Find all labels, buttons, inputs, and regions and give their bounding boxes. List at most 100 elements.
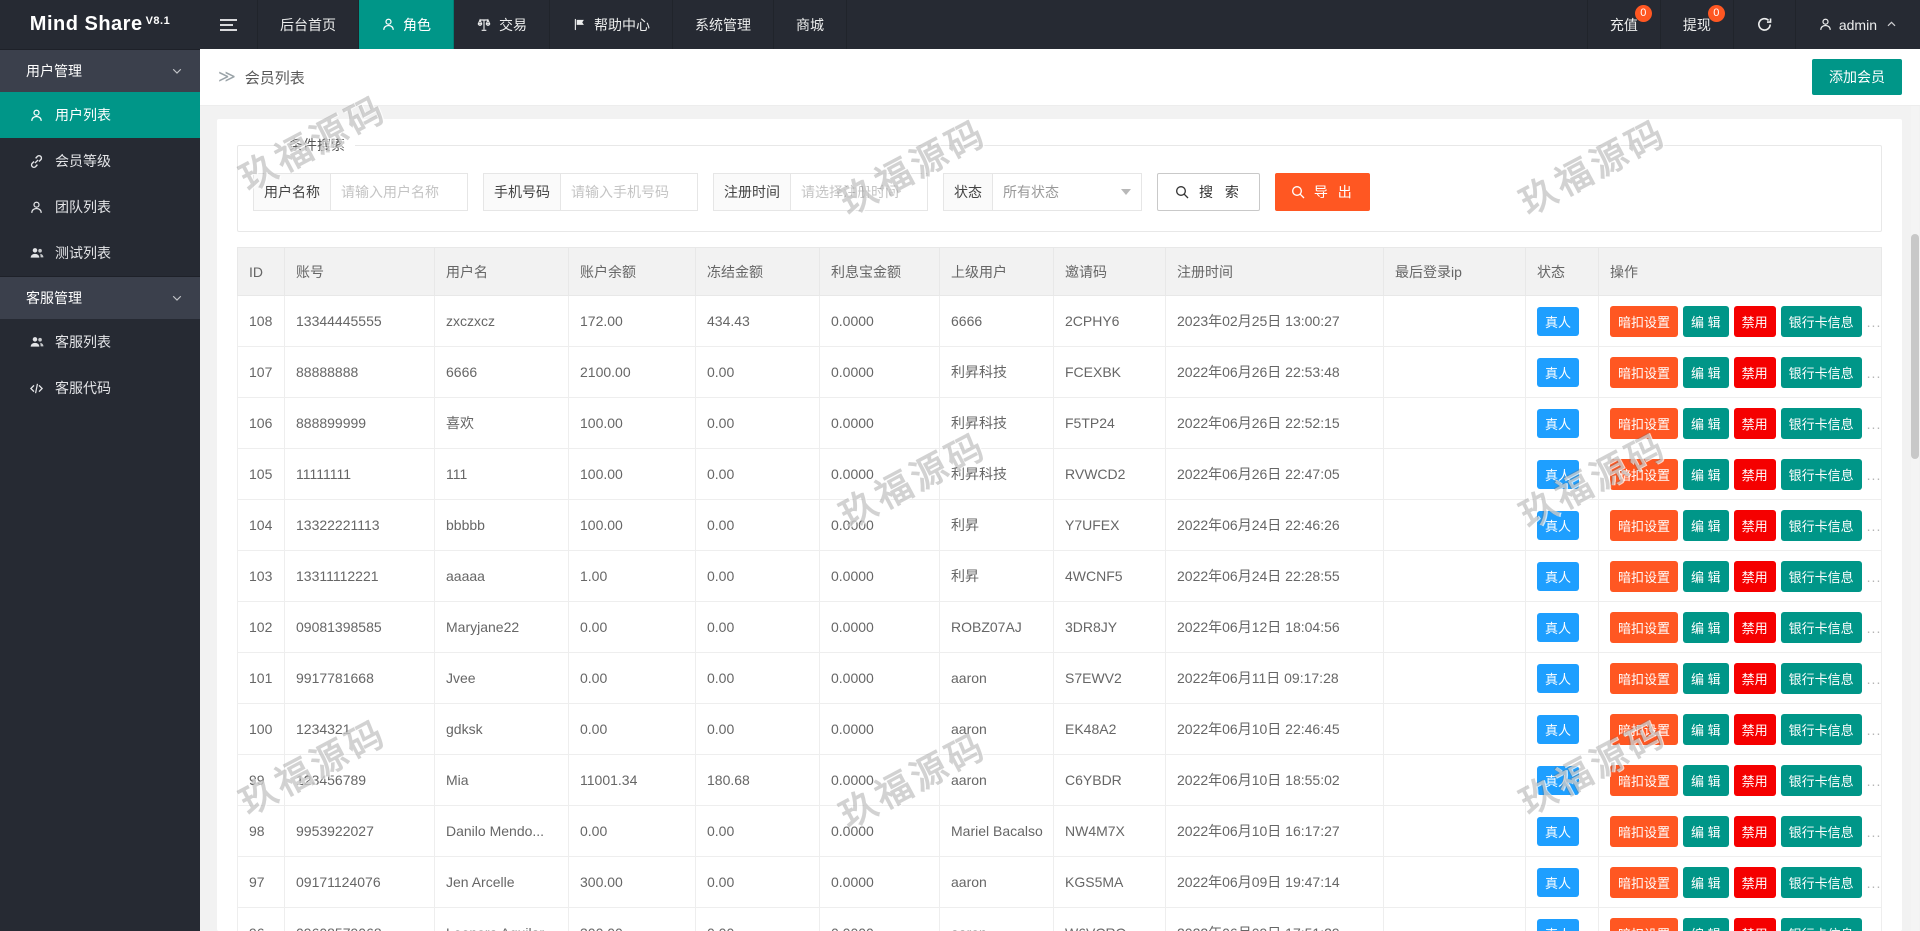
edit-button[interactable]: 编 辑 [1683, 356, 1729, 388]
bank-card-info-button[interactable]: 银行卡信息 [1780, 560, 1862, 592]
edit-button[interactable]: 编 辑 [1683, 509, 1729, 541]
status-badge[interactable]: 真人 [1537, 357, 1580, 387]
status-badge[interactable]: 真人 [1537, 408, 1580, 438]
bank-card-info-button[interactable]: 银行卡信息 [1780, 764, 1862, 796]
bank-card-info-button[interactable]: 银行卡信息 [1780, 662, 1862, 694]
reg-time-input[interactable] [790, 173, 928, 211]
scrollbar[interactable] [1911, 106, 1919, 931]
status-badge[interactable]: 真人 [1537, 306, 1580, 336]
add-member-button[interactable]: 添加会员 [1812, 59, 1902, 95]
search-button[interactable]: 搜 索 [1157, 173, 1260, 211]
bank-card-info-button[interactable]: 银行卡信息 [1780, 305, 1862, 337]
status-select[interactable]: 所有状态 [992, 173, 1142, 211]
cell-id: 99 [237, 754, 285, 806]
disable-button[interactable]: 禁用 [1733, 815, 1776, 847]
disable-button[interactable]: 禁用 [1733, 407, 1776, 439]
username-input[interactable] [330, 173, 468, 211]
status-badge[interactable]: 真人 [1537, 663, 1580, 693]
sidebar-toggle-button[interactable] [200, 0, 258, 49]
admin-menu[interactable]: admin [1794, 0, 1920, 49]
deduct-setting-button[interactable]: 暗扣设置 [1610, 764, 1679, 796]
deduct-setting-button[interactable]: 暗扣设置 [1610, 356, 1679, 388]
edit-button[interactable]: 编 辑 [1683, 866, 1729, 898]
deduct-setting-button[interactable]: 暗扣设置 [1610, 815, 1679, 847]
deduct-setting-button[interactable]: 暗扣设置 [1610, 560, 1679, 592]
status-badge[interactable]: 真人 [1537, 867, 1580, 897]
nav-item-mall[interactable]: 商城 [774, 0, 847, 49]
sidebar-item-team-list[interactable]: 团队列表 [0, 184, 200, 230]
export-button[interactable]: 导 出 [1274, 173, 1370, 211]
scrollbar-thumb[interactable] [1911, 234, 1919, 459]
deduct-setting-button[interactable]: 暗扣设置 [1610, 509, 1679, 541]
edit-button[interactable]: 编 辑 [1683, 305, 1729, 337]
nav-item-trade[interactable]: 交易 [454, 0, 550, 49]
deduct-setting-button[interactable]: 暗扣设置 [1610, 917, 1679, 931]
sidebar-item-user-list[interactable]: 用户列表 [0, 92, 200, 138]
edit-button[interactable]: 编 辑 [1683, 662, 1729, 694]
bank-card-info-button[interactable]: 银行卡信息 [1780, 509, 1862, 541]
column-header-5: 利息宝金额 [819, 247, 940, 296]
status-badge[interactable]: 真人 [1537, 765, 1580, 795]
bank-card-info-button[interactable]: 银行卡信息 [1780, 407, 1862, 439]
disable-button[interactable]: 禁用 [1733, 866, 1776, 898]
deduct-setting-button[interactable]: 暗扣设置 [1610, 611, 1679, 643]
disable-button[interactable]: 禁用 [1733, 305, 1776, 337]
edit-button[interactable]: 编 辑 [1683, 407, 1729, 439]
bank-card-info-button[interactable]: 银行卡信息 [1780, 917, 1862, 931]
sidebar-group-user-management[interactable]: 用户管理 [0, 49, 200, 92]
deduct-setting-button[interactable]: 暗扣设置 [1610, 407, 1679, 439]
disable-button[interactable]: 禁用 [1733, 458, 1776, 490]
disable-button[interactable]: 禁用 [1733, 662, 1776, 694]
deduct-setting-button[interactable]: 暗扣设置 [1610, 662, 1679, 694]
status-badge[interactable]: 真人 [1537, 459, 1580, 489]
sidebar-item-service-list[interactable]: 客服列表 [0, 319, 200, 365]
bank-card-info-button[interactable]: 银行卡信息 [1780, 866, 1862, 898]
status-badge[interactable]: 真人 [1537, 714, 1580, 744]
bank-card-info-button[interactable]: 银行卡信息 [1780, 713, 1862, 745]
nav-item-help-center[interactable]: 帮助中心 [550, 0, 673, 49]
bank-card-info-button[interactable]: 银行卡信息 [1780, 356, 1862, 388]
disable-button[interactable]: 禁用 [1733, 764, 1776, 796]
status-badge[interactable]: 真人 [1537, 816, 1580, 846]
refresh-button[interactable] [1732, 0, 1795, 49]
cell-reg_time: 2022年06月11日 09:17:28 [1165, 652, 1384, 704]
nav-item-role[interactable]: 角色 [359, 0, 454, 49]
sidebar-item-test-list[interactable]: 测试列表 [0, 230, 200, 276]
edit-button[interactable]: 编 辑 [1683, 917, 1729, 931]
recharge-button[interactable]: 充值 0 [1586, 0, 1660, 49]
deduct-setting-button[interactable]: 暗扣设置 [1610, 713, 1679, 745]
edit-button[interactable]: 编 辑 [1683, 611, 1729, 643]
deduct-setting-button[interactable]: 暗扣设置 [1610, 866, 1679, 898]
status-badge[interactable]: 真人 [1537, 918, 1580, 931]
disable-button[interactable]: 禁用 [1733, 356, 1776, 388]
deduct-setting-button[interactable]: 暗扣设置 [1610, 458, 1679, 490]
sidebar-item-service-code[interactable]: 客服代码 [0, 365, 200, 411]
bank-card-info-button[interactable]: 银行卡信息 [1780, 815, 1862, 847]
edit-button[interactable]: 编 辑 [1683, 815, 1729, 847]
nav-item-backend-home[interactable]: 后台首页 [258, 0, 359, 49]
edit-button[interactable]: 编 辑 [1683, 560, 1729, 592]
phone-input[interactable] [560, 173, 698, 211]
disable-button[interactable]: 禁用 [1733, 560, 1776, 592]
cell-balance: 100.00 [568, 499, 696, 551]
disable-button[interactable]: 禁用 [1733, 917, 1776, 931]
bank-card-info-button[interactable]: 银行卡信息 [1780, 611, 1862, 643]
disable-button[interactable]: 禁用 [1733, 509, 1776, 541]
cell-actions: 暗扣设置编 辑禁用银行卡信息... [1598, 397, 1882, 449]
disable-button[interactable]: 禁用 [1733, 713, 1776, 745]
bank-card-info-button[interactable]: 银行卡信息 [1780, 458, 1862, 490]
phone-field-group: 手机号码 [483, 173, 698, 211]
nav-item-system-management[interactable]: 系统管理 [673, 0, 774, 49]
status-select-value: 所有状态 [1003, 184, 1059, 200]
disable-button[interactable]: 禁用 [1733, 611, 1776, 643]
withdraw-button[interactable]: 提现 0 [1659, 0, 1733, 49]
status-badge[interactable]: 真人 [1537, 561, 1580, 591]
edit-button[interactable]: 编 辑 [1683, 764, 1729, 796]
edit-button[interactable]: 编 辑 [1683, 713, 1729, 745]
deduct-setting-button[interactable]: 暗扣设置 [1610, 305, 1679, 337]
edit-button[interactable]: 编 辑 [1683, 458, 1729, 490]
sidebar-item-member-level[interactable]: 会员等级 [0, 138, 200, 184]
status-badge[interactable]: 真人 [1537, 612, 1580, 642]
status-badge[interactable]: 真人 [1537, 510, 1580, 540]
sidebar-group-service-management[interactable]: 客服管理 [0, 276, 200, 319]
